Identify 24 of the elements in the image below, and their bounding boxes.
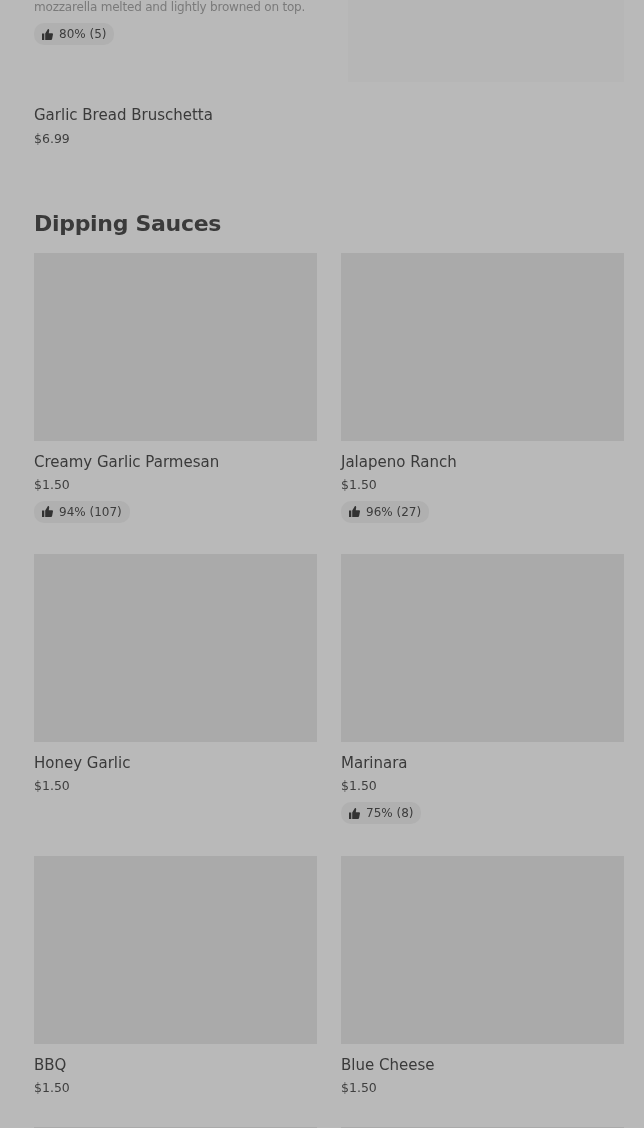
item-price: $1.50 <box>341 476 378 495</box>
section-heading: Dipping Sauces <box>34 210 223 238</box>
item-price: $1.50 <box>341 777 378 796</box>
thumbs-up-icon <box>349 807 360 819</box>
rating-badge: 75% (8) <box>341 802 422 825</box>
item-price: $1.50 <box>34 476 71 495</box>
item-name: BBQ <box>34 1055 68 1074</box>
item-name: Honey Garlic <box>34 754 132 773</box>
item-name: Blue Cheese <box>341 1055 436 1074</box>
rating-badge: 80% (5) <box>34 23 115 45</box>
thumbs-up-icon <box>349 506 360 518</box>
rating-badge: 94% (107) <box>34 500 130 523</box>
item-name: Jalapeno Ranch <box>341 453 458 472</box>
item-price: $1.50 <box>34 777 71 796</box>
item-price: $1.50 <box>341 1078 378 1097</box>
thumbs-up-icon <box>42 506 53 518</box>
item-name: Marinara <box>341 754 409 773</box>
thumbs-up-icon <box>42 28 53 40</box>
item-name: Garlic Bread Bruschetta <box>34 106 214 124</box>
item-price: $6.99 <box>34 130 71 148</box>
item-name: Creamy Garlic Parmesan <box>34 453 221 472</box>
rating-badge: 96% (27) <box>341 500 430 523</box>
item-description: mozzarella melted and lightly browned on top. <box>34 0 307 14</box>
item-price: $1.50 <box>34 1078 71 1097</box>
